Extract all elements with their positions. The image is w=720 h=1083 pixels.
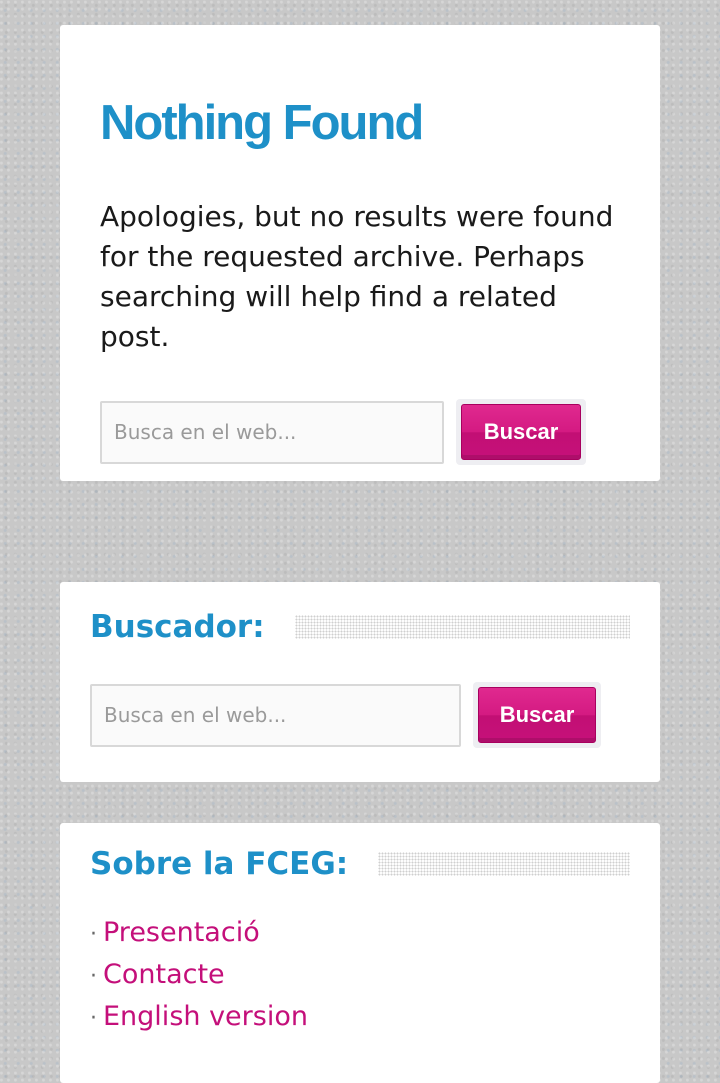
search-button-frame: Buscar xyxy=(456,399,586,465)
page-title: Nothing Found xyxy=(100,96,424,150)
search-input[interactable] xyxy=(90,683,461,747)
dotted-divider xyxy=(294,615,630,639)
list-item: · Contacte xyxy=(90,955,630,997)
search-button[interactable]: Buscar xyxy=(478,687,596,743)
widget-header: Sobre la FCEG: xyxy=(90,845,630,883)
search-button[interactable]: Buscar xyxy=(461,404,581,460)
no-results-message: Apologies, but no results were found for… xyxy=(100,200,614,353)
search-widget: Buscador: Buscar xyxy=(60,582,660,782)
bullet: · xyxy=(90,922,97,947)
bullet: · xyxy=(90,1006,97,1031)
widget-header: Buscador: xyxy=(90,608,630,646)
dotted-divider xyxy=(378,852,630,876)
about-links-list: · Presentació · Contacte · English version xyxy=(90,913,630,1039)
bullet: · xyxy=(90,964,97,989)
link-english-version[interactable]: English version xyxy=(103,1001,308,1032)
search-form: Buscar xyxy=(90,682,630,748)
search-form: Buscar xyxy=(100,399,620,465)
link-contacte[interactable]: Contacte xyxy=(103,959,225,990)
link-presentacio[interactable]: Presentació xyxy=(103,917,260,948)
list-item: · Presentació xyxy=(90,913,630,955)
about-widget: Sobre la FCEG: · Presentació · Contacte · E… xyxy=(60,823,660,1083)
nothing-found-panel: Nothing Found Apologies, but no results … xyxy=(60,25,660,481)
widget-title: Buscador: xyxy=(90,609,265,645)
list-item: · English version xyxy=(90,997,630,1039)
widget-title: Sobre la FCEG: xyxy=(90,846,349,882)
search-input[interactable] xyxy=(100,400,444,464)
search-button-frame: Buscar xyxy=(473,682,601,748)
